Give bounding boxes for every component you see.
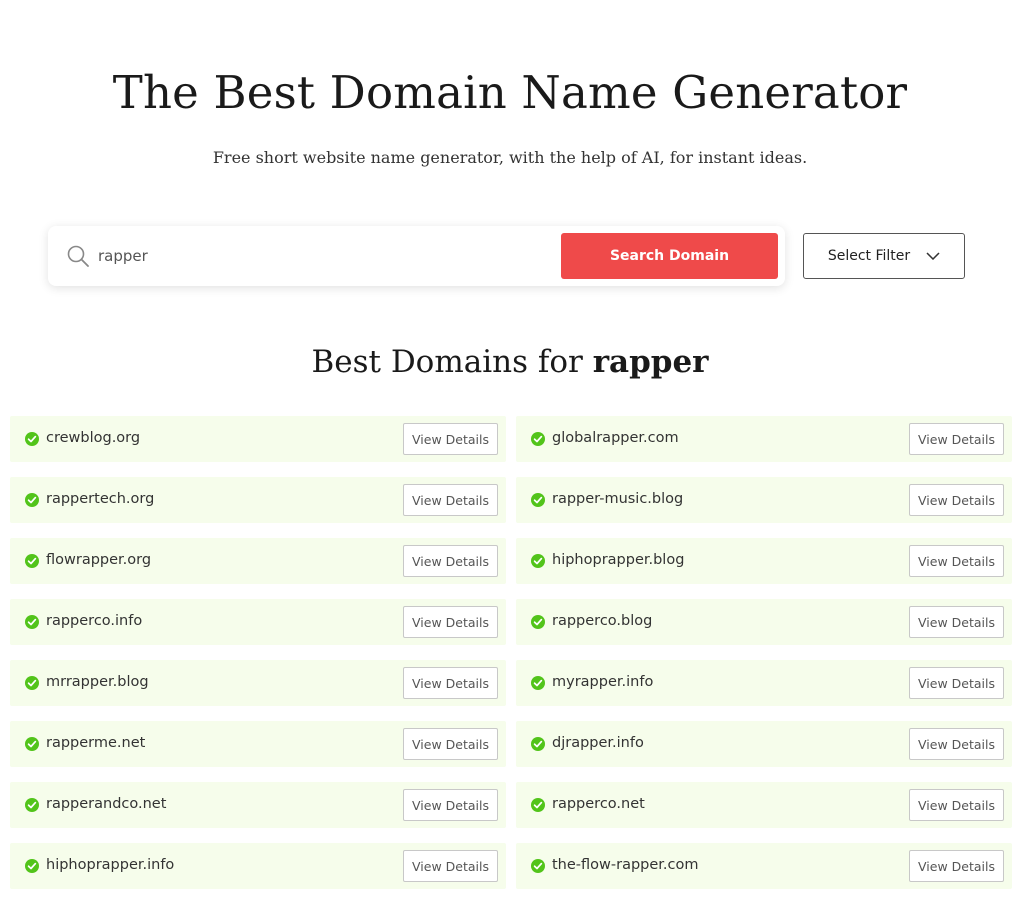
check-circle-icon [531,859,545,873]
view-details-button[interactable]: View Details [909,789,1004,821]
view-details-button[interactable]: View Details [909,423,1004,455]
view-details-button[interactable]: View Details [403,423,498,455]
domain-name: rappertech.org [46,491,155,507]
domain-name: myrapper.info [552,674,654,690]
search-domain-button[interactable]: Search Domain [561,233,778,279]
page-subtitle: Free short website name generator, with … [212,148,808,167]
domain-name: rapperco.info [46,613,143,629]
result-row: the-flow-rapper.com View Details [516,843,1012,889]
result-row: rapperco.info View Details [10,599,506,645]
domain-name: mrrapper.blog [46,674,149,690]
result-row: mrrapper.blog View Details [10,660,506,706]
result-row: rapper-music.blog View Details [516,477,1012,523]
check-circle-icon [531,493,545,507]
chevron-down-icon [926,248,940,264]
search-icon [67,245,89,267]
domain-name: rapper-music.blog [552,491,684,507]
view-details-button[interactable]: View Details [403,850,498,882]
domain-name: hiphoprapper.info [46,857,175,873]
result-row: rapperandco.net View Details [10,782,506,828]
domain-name: crewblog.org [46,430,141,446]
check-circle-icon [25,615,39,629]
select-filter-dropdown[interactable]: Select Filter [803,233,965,279]
view-details-button[interactable]: View Details [909,850,1004,882]
result-row: rapperme.net View Details [10,721,506,767]
view-details-button[interactable]: View Details [909,667,1004,699]
check-circle-icon [531,676,545,690]
check-circle-icon [25,554,39,568]
domain-name: the-flow-rapper.com [552,857,699,873]
result-row: hiphoprapper.blog View Details [516,538,1012,584]
search-input[interactable] [98,240,548,272]
check-circle-icon [25,798,39,812]
view-details-button[interactable]: View Details [403,545,498,577]
results-keyword: rapper [592,344,709,380]
select-filter-label: Select Filter [827,248,911,264]
view-details-button[interactable]: View Details [909,728,1004,760]
check-circle-icon [531,737,545,751]
domain-name: rapperme.net [46,735,146,751]
result-row: crewblog.org View Details [10,416,506,462]
result-row: djrapper.info View Details [516,721,1012,767]
check-circle-icon [531,615,545,629]
view-details-button[interactable]: View Details [403,667,498,699]
results-heading-prefix: Best Domains for [311,344,593,380]
view-details-button[interactable]: View Details [403,484,498,516]
result-row: hiphoprapper.info View Details [10,843,506,889]
view-details-button[interactable]: View Details [909,606,1004,638]
results-list: crewblog.org View Details globalrapper.com… [10,416,1012,889]
domain-name: flowrapper.org [46,552,152,568]
result-row: myrapper.info View Details [516,660,1012,706]
result-row: globalrapper.com View Details [516,416,1012,462]
view-details-button[interactable]: View Details [909,545,1004,577]
check-circle-icon [25,432,39,446]
result-row: rapperco.blog View Details [516,599,1012,645]
check-circle-icon [25,859,39,873]
view-details-button[interactable]: View Details [909,484,1004,516]
check-circle-icon [531,554,545,568]
check-circle-icon [531,432,545,446]
page-title: The Best Domain Name Generator [112,66,908,119]
search-bar: Search Domain [48,226,785,286]
domain-name: globalrapper.com [552,430,679,446]
results-heading: Best Domains for rapper [0,344,1020,380]
result-row: rappertech.org View Details [10,477,506,523]
view-details-button[interactable]: View Details [403,789,498,821]
check-circle-icon [25,493,39,507]
check-circle-icon [25,676,39,690]
view-details-button[interactable]: View Details [403,728,498,760]
domain-name: hiphoprapper.blog [552,552,685,568]
domain-name: rapperco.net [552,796,645,812]
domain-name: rapperco.blog [552,613,653,629]
view-details-button[interactable]: View Details [403,606,498,638]
check-circle-icon [25,737,39,751]
check-circle-icon [531,798,545,812]
result-row: flowrapper.org View Details [10,538,506,584]
domain-name: djrapper.info [552,735,644,751]
result-row: rapperco.net View Details [516,782,1012,828]
domain-name: rapperandco.net [46,796,167,812]
